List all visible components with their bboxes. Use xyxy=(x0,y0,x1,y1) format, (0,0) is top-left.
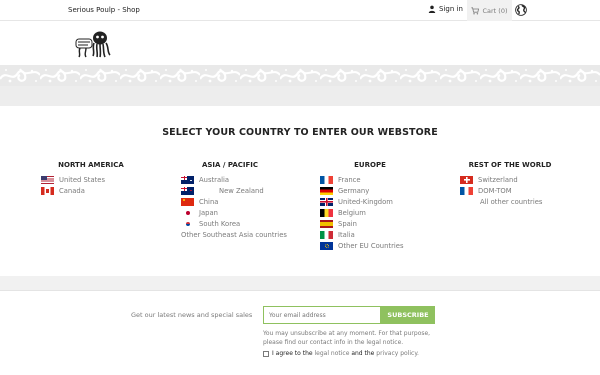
country-label: New Zealand xyxy=(219,186,264,195)
country-label: Germany xyxy=(338,186,370,195)
canada-flag-icon xyxy=(41,186,54,195)
country-label: DOM-TOM xyxy=(478,186,512,195)
country-label: Other EU Countries xyxy=(338,241,404,250)
france-flag-icon xyxy=(320,175,333,184)
shop-name[interactable]: Serious Poulp - Shop xyxy=(68,6,140,14)
sign-in-label: Sign in xyxy=(439,5,463,13)
footer-spacer xyxy=(0,276,600,290)
user-icon xyxy=(428,5,436,13)
us-flag-icon xyxy=(41,175,54,184)
cart-label: Cart (0) xyxy=(482,6,508,15)
country-link-south-korea[interactable]: South Korea xyxy=(181,218,240,229)
decorative-tentacle-pattern xyxy=(0,65,600,86)
country-link-spain[interactable]: Spain xyxy=(320,218,357,229)
new-zealand-flag-icon xyxy=(181,186,194,195)
header-spacer xyxy=(0,86,600,106)
country-link-united-kingdom[interactable]: United-Kingdom xyxy=(320,196,393,207)
newsletter-label: Get our latest news and special sales xyxy=(131,311,253,319)
top-bar: Serious Poulp - Shop Sign in Cart (0) xyxy=(0,0,600,21)
page-title: SELECT YOUR COUNTRY TO ENTER OUR WEBSTOR… xyxy=(162,127,438,138)
eu-flag-icon xyxy=(320,241,333,250)
country-link-switzerland[interactable]: Switzerland xyxy=(460,174,518,185)
australia-flag-icon xyxy=(181,175,194,184)
country-link-united-states[interactable]: United States xyxy=(41,174,105,185)
country-label: Italia xyxy=(338,230,355,239)
octopus-logo[interactable] xyxy=(74,30,114,58)
country-selector: SELECT YOUR COUNTRY TO ENTER OUR WEBSTOR… xyxy=(0,106,600,276)
country-link-japan[interactable]: Japan xyxy=(181,207,218,218)
country-link-other-southeast-asia[interactable]: Other Southeast Asia countries xyxy=(181,229,287,240)
region-heading-europe: EUROPE xyxy=(354,161,386,169)
cart-icon xyxy=(471,6,480,15)
south-korea-flag-icon xyxy=(181,219,194,228)
privacy-policy-link[interactable]: privacy policy. xyxy=(376,350,419,357)
country-link-china[interactable]: China xyxy=(181,196,218,207)
country-label: United States xyxy=(59,175,106,184)
email-field[interactable] xyxy=(263,306,381,324)
consent-prefix: I agree to the xyxy=(272,350,313,357)
region-heading-asia-pacific: ASIA / PACIFIC xyxy=(201,161,259,169)
legal-consent: I agree to the legal notice and the priv… xyxy=(263,350,419,357)
country-link-germany[interactable]: Germany xyxy=(320,185,369,196)
country-label: China xyxy=(199,197,219,206)
header xyxy=(0,21,600,65)
region-heading-north-america: NORTH AMERICA xyxy=(58,161,124,169)
country-link-canada[interactable]: Canada xyxy=(41,185,85,196)
country-label: United-Kingdom xyxy=(338,197,393,206)
country-label: All other countries xyxy=(480,197,543,206)
legal-notice-link[interactable]: legal notice xyxy=(315,350,350,357)
country-label: Japan xyxy=(199,208,218,217)
country-link-belgium[interactable]: Belgium xyxy=(320,207,366,218)
country-link-italia[interactable]: Italia xyxy=(320,229,355,240)
consent-checkbox[interactable] xyxy=(263,350,269,357)
globe-icon[interactable] xyxy=(515,4,527,16)
belgium-flag-icon xyxy=(320,208,333,217)
country-link-australia[interactable]: Australia xyxy=(181,174,229,185)
country-label: France xyxy=(338,175,361,184)
switzerland-flag-icon xyxy=(460,175,473,184)
sign-in-link[interactable]: Sign in xyxy=(428,5,463,13)
country-link-france[interactable]: France xyxy=(320,174,361,185)
country-link-new-zealand[interactable]: New Zealand xyxy=(181,185,264,196)
germany-flag-icon xyxy=(320,186,333,195)
newsletter-note: You may unsubscribe at any moment. For t… xyxy=(263,330,431,346)
united-kingdom-flag-icon xyxy=(320,197,333,206)
italy-flag-icon xyxy=(320,230,333,239)
country-label: Other Southeast Asia countries xyxy=(181,230,287,239)
country-label: Spain xyxy=(338,219,357,228)
china-flag-icon xyxy=(181,197,194,206)
country-label: Switzerland xyxy=(478,175,518,184)
country-label: Canada xyxy=(59,186,85,195)
country-link-other-eu[interactable]: Other EU Countries xyxy=(320,240,403,251)
country-link-all-other-countries[interactable]: All other countries xyxy=(460,196,542,207)
consent-and: and the xyxy=(351,350,375,357)
country-label: South Korea xyxy=(199,219,241,228)
cart-button[interactable]: Cart (0) xyxy=(467,0,512,21)
newsletter-section: Get our latest news and special sales SU… xyxy=(0,290,600,375)
subscribe-button[interactable]: SUBSCRIBE xyxy=(381,306,435,324)
spain-flag-icon xyxy=(320,219,333,228)
country-label: Belgium xyxy=(338,208,366,217)
japan-flag-icon xyxy=(181,208,194,217)
region-heading-rest-of-world: REST OF THE WORLD xyxy=(468,161,552,169)
country-label: Australia xyxy=(199,175,230,184)
country-link-dom-tom[interactable]: DOM-TOM xyxy=(460,185,512,196)
france-flag-icon xyxy=(460,186,473,195)
